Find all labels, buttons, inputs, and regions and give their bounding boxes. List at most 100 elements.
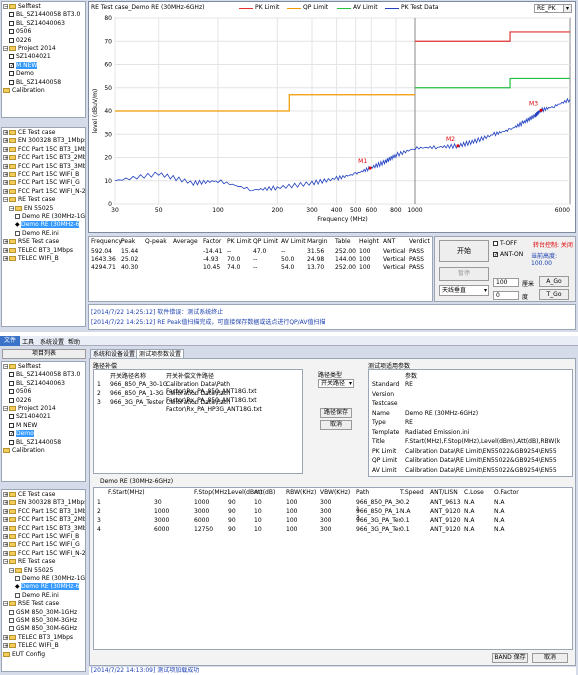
table-cell[interactable]: 70.0 [227,256,240,263]
checkbox[interactable] [9,372,14,378]
table-cell[interactable]: 1000 [154,508,169,515]
tree-item[interactable]: − EN 55025 [9,205,53,213]
table-cell[interactable]: 47.0 [253,248,266,255]
expand-toggle-icon[interactable]: − [3,4,8,10]
table-cell[interactable]: 15.44 [121,248,138,255]
table-cell[interactable]: 10 [254,526,262,533]
tree-item[interactable]: + FCC Part 15C BT3_2Mb [3,516,85,524]
table-cell[interactable]: 10 [254,499,262,506]
expand-toggle-icon[interactable]: + [3,256,8,262]
table-cell[interactable]: 252.00 [335,264,356,271]
tree-item[interactable]: + TELEC WIFI_B [3,642,59,650]
table-cell[interactable]: PASS [409,264,424,271]
table-cell[interactable]: 1643.36 [91,256,116,263]
table-cell[interactable]: 2 [97,508,101,515]
table-cell[interactable]: 54.0 [281,264,294,271]
tree-item[interactable]: ◆Demo RE (30MHz-6 [15,583,80,591]
tree-item[interactable]: Demo RE.ini [15,592,59,600]
table-cell[interactable]: 10 [254,508,262,515]
antenna-polarization-select[interactable]: 天线垂直 ▾ [439,285,489,296]
table-cell[interactable]: 31.56 [307,248,324,255]
expand-toggle-icon[interactable]: + [3,172,8,178]
path-save-button[interactable]: 路径保存 [320,408,352,418]
table-cell[interactable]: 40.30 [121,264,138,271]
table-cell[interactable]: 3000 [154,517,169,524]
expand-toggle-icon[interactable]: + [3,550,8,556]
expand-toggle-icon[interactable]: + [3,534,8,540]
table-cell[interactable]: 10.45 [203,264,220,271]
table-cell[interactable]: 300 [320,517,331,524]
tree-item[interactable]: BL_SZ1440058 BT3.0 [9,11,80,19]
table-cell[interactable]: 100 [359,248,370,255]
tree-item[interactable]: + FCC Part 15C WIFI_N-20 [3,188,85,196]
expand-toggle-icon[interactable]: − [3,46,8,52]
table-cell[interactable]: 144.00 [335,256,356,263]
tree-item[interactable]: + EN 300328 BT3_1Mbps [3,499,85,507]
table-cell[interactable]: 4294.71 [91,264,116,271]
t-off-checkbox[interactable] [493,241,498,246]
table-cell[interactable]: 966_3G_PA_Teste [356,517,400,524]
mode-select[interactable]: RE_PK [534,4,564,13]
tree-item[interactable]: + RSE Test case [3,238,59,246]
table-cell[interactable]: Vertical [383,248,405,255]
tree-item[interactable]: − RE Test case [3,196,55,204]
expand-toggle-icon[interactable]: + [3,643,8,649]
table-cell[interactable]: ANT_9613 [430,499,461,506]
table-cell[interactable]: -- [253,264,257,271]
expand-toggle-icon[interactable]: − [3,601,8,607]
expand-toggle-icon[interactable]: + [3,247,8,253]
tree-item[interactable]: + TELEC WIFI_B [3,255,59,263]
expand-toggle-icon[interactable]: + [3,130,8,136]
expand-toggle-icon[interactable]: − [3,406,8,412]
tree-item[interactable]: − Selftest [3,363,41,371]
table-cell[interactable]: 25.02 [121,256,138,263]
table-cell[interactable]: 100 [286,526,297,533]
param-value[interactable]: Calibration Data\RE Limit\EN55022&GB9254… [405,457,557,464]
tree-item[interactable]: Demo RE (30MHz-1G [15,575,85,583]
tree-item[interactable]: BL_SZ1440058 [9,79,61,87]
tree-item[interactable]: ✓ M NEW [9,61,38,70]
tree-item[interactable]: ✓ Demo [9,430,34,438]
checkbox[interactable] [9,54,14,60]
tree-item[interactable]: Calibration [3,87,45,95]
param-value[interactable]: RE [405,419,413,426]
table-cell[interactable]: -4.93 [203,256,219,263]
expand-toggle-icon[interactable]: + [3,180,8,186]
tree-item[interactable]: 0506 [9,388,31,396]
ant-on-option[interactable]: ✓ ANT-ON [493,251,523,258]
tree-item[interactable]: − Project 2014 [3,405,56,413]
tree-item[interactable]: 0506 [9,28,31,36]
angle-input[interactable]: 0 [493,291,519,300]
expand-toggle-icon[interactable]: + [3,492,8,498]
checkbox[interactable] [9,12,14,18]
table-cell[interactable]: 966_3G_PA_Teste [356,526,400,533]
table-cell[interactable]: PASS [409,256,424,263]
expand-toggle-icon[interactable]: + [3,634,8,640]
menu-system-settings[interactable]: 系统设置 [40,337,64,346]
table-cell[interactable]: 74.0 [227,264,240,271]
table-cell[interactable]: 300 [320,526,331,533]
table-cell[interactable]: N.A [464,517,475,524]
table-cell[interactable]: 100 [286,508,297,515]
checkbox[interactable] [9,439,14,445]
band-cancel-button[interactable]: 取消 [532,653,568,663]
table-cell[interactable]: PASS [409,248,424,255]
expand-toggle-icon[interactable]: + [3,508,8,514]
expand-toggle-icon[interactable]: − [9,205,14,211]
expand-toggle-icon[interactable]: + [3,525,8,531]
expand-toggle-icon[interactable]: − [3,364,8,370]
tree-item[interactable]: EUT Config [3,651,45,659]
table-cell[interactable]: 966_850_PA_30-1G [110,381,168,388]
table-cell[interactable]: 4 [97,526,101,533]
table-cell[interactable]: N.A [494,499,505,506]
checkbox[interactable] [9,29,14,35]
tree-item[interactable]: 0226 [9,397,31,405]
tab-system-device-settings[interactable]: 系统和设备设置 [90,349,139,358]
menu-file[interactable]: 文件 [0,336,21,346]
tree-item[interactable]: + EN 300328 BT3_1Mbps [3,137,85,145]
param-value[interactable]: F.Start(MHz),F.Stop(MHz),Level(dBm),Att(… [405,438,560,445]
table-cell[interactable]: ANT_9120 [430,517,461,524]
expand-toggle-icon[interactable]: − [9,567,14,573]
table-cell[interactable]: 100 [286,499,297,506]
expand-toggle-icon[interactable]: − [3,559,8,565]
